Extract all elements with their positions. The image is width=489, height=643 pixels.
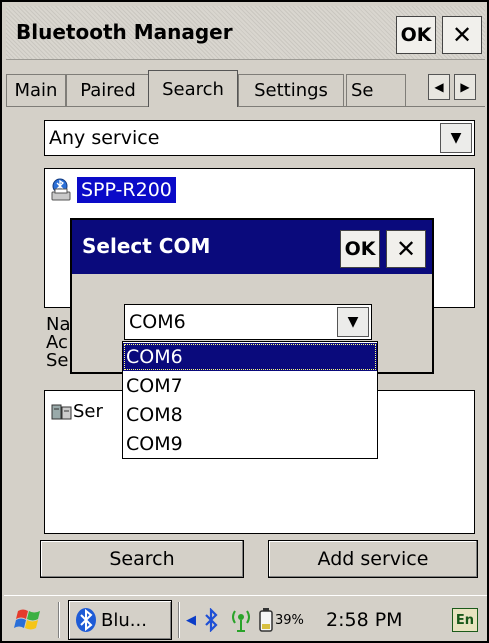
tab-settings[interactable]: Settings	[238, 74, 344, 106]
close-button[interactable]: ✕	[442, 16, 482, 54]
tray-battery[interactable]: 39%	[258, 602, 304, 638]
title-bar: Bluetooth Manager OK ✕	[6, 6, 485, 60]
service-item-label: Ser	[73, 401, 103, 422]
com-port-options: COM6 COM7 COM8 COM9	[122, 341, 378, 459]
tab-scroll-left-icon[interactable]: ◀	[428, 74, 450, 100]
com-port-value: COM6	[129, 311, 186, 333]
printer-device-icon	[51, 178, 71, 201]
chevron-down-icon[interactable]: ▼	[440, 123, 472, 153]
taskbar-separator	[58, 602, 60, 638]
task-bluetooth-manager[interactable]: Blu...	[68, 600, 172, 640]
app-window: Bluetooth Manager OK ✕ Main Paired Searc…	[0, 0, 489, 643]
add-service-button[interactable]: Add service	[268, 540, 478, 578]
windows-flag-icon	[14, 609, 40, 630]
list-item[interactable]: Ser	[51, 401, 103, 422]
service-filter-value: Any service	[49, 127, 160, 149]
tab-paired[interactable]: Paired	[66, 74, 150, 106]
search-button[interactable]: Search	[40, 540, 244, 578]
tab-scroll-right-icon[interactable]: ▶	[454, 74, 476, 100]
com-option-com9[interactable]: COM9	[123, 430, 377, 458]
bluetooth-icon	[205, 608, 218, 632]
com-port-dropdown[interactable]: COM6 ▼	[124, 304, 372, 340]
service-filter-dropdown[interactable]: Any service ▼	[44, 120, 475, 156]
tray-bluetooth-icon[interactable]	[204, 602, 218, 638]
battery-icon	[259, 608, 273, 632]
chevron-down-icon[interactable]: ▼	[337, 307, 369, 337]
taskbar: Blu... ◀ 39% 2:58 PM En	[4, 595, 487, 641]
bluetooth-icon	[76, 608, 96, 632]
tab-main[interactable]: Main	[6, 74, 66, 106]
tray-wireless-icon[interactable]	[228, 602, 254, 638]
dialog-close-button[interactable]: ✕	[386, 230, 426, 268]
dialog-title-bar: Select COM OK ✕	[72, 220, 432, 274]
service-label: Se	[46, 350, 69, 371]
com-option-com8[interactable]: COM8	[123, 401, 377, 429]
tab-strip: Main Paired Search Settings Se	[6, 70, 485, 107]
clock[interactable]: 2:58 PM	[326, 602, 403, 638]
task-label: Blu...	[101, 609, 147, 631]
battery-level: 39%	[275, 612, 304, 628]
list-item[interactable]: SPP-R200	[49, 175, 176, 205]
tab-divider	[6, 106, 485, 107]
start-button[interactable]	[12, 602, 46, 638]
tray-expand-icon[interactable]: ◀	[186, 602, 196, 638]
tab-more[interactable]: Se	[346, 74, 406, 106]
serial-port-icon	[51, 404, 72, 419]
close-icon: ✕	[395, 235, 417, 263]
ok-button[interactable]: OK	[396, 16, 436, 54]
com-option-com6[interactable]: COM6	[123, 343, 377, 371]
taskbar-separator	[178, 602, 180, 638]
window-title: Bluetooth Manager	[16, 20, 233, 44]
tab-search[interactable]: Search	[148, 70, 238, 107]
close-icon: ✕	[451, 21, 473, 49]
dialog-ok-button[interactable]: OK	[340, 230, 380, 268]
device-name: SPP-R200	[77, 177, 176, 203]
keyboard-language-icon: En	[452, 608, 478, 632]
wireless-signal-icon	[232, 610, 250, 632]
com-option-com7[interactable]: COM7	[123, 372, 377, 400]
input-method-button[interactable]: En	[452, 602, 478, 638]
dialog-title: Select COM	[82, 234, 211, 258]
